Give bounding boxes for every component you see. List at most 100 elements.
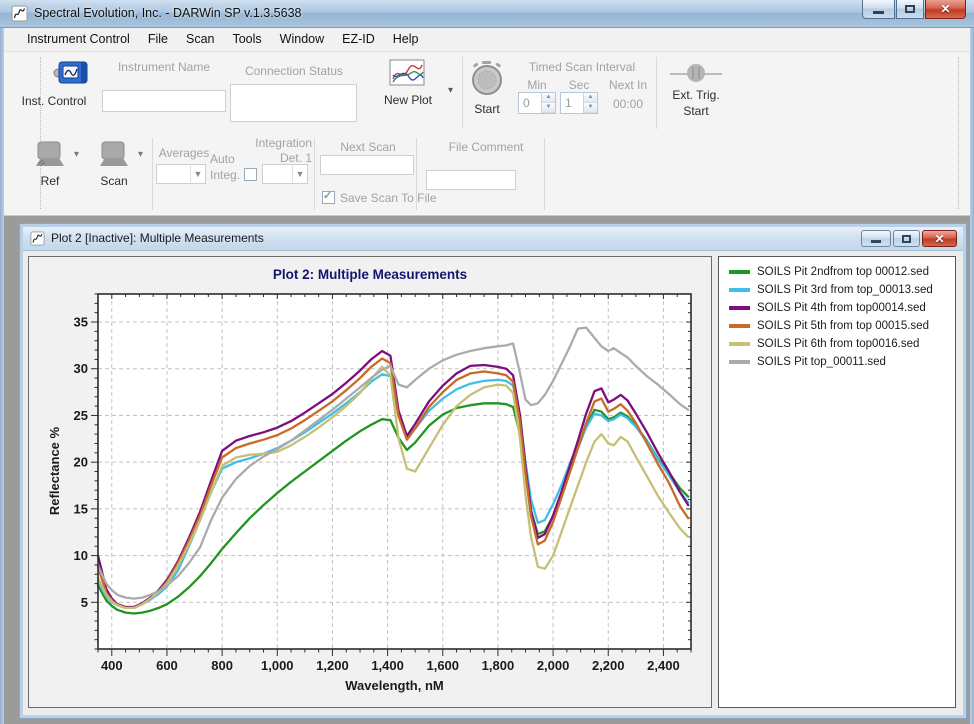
legend-swatch bbox=[729, 306, 750, 310]
connection-status-field[interactable] bbox=[230, 84, 357, 122]
restore-icon bbox=[902, 235, 911, 243]
window-titlebar[interactable]: Spectral Evolution, Inc. - DARWin SP v.1… bbox=[0, 0, 974, 28]
maximize-button[interactable] bbox=[896, 0, 924, 19]
sec-stepper[interactable]: 1 ▲▼ bbox=[560, 92, 598, 114]
window-border-right bbox=[970, 28, 974, 724]
inst-control-button[interactable] bbox=[50, 58, 96, 90]
menu-item-window[interactable]: Window bbox=[271, 28, 333, 51]
toolbar-separator bbox=[416, 138, 417, 210]
x-tick-label: 400 bbox=[101, 658, 123, 673]
auto-integ-label-line1: Auto bbox=[210, 152, 244, 166]
legend-item: SOILS Pit 6th from top0016.sed bbox=[723, 335, 951, 353]
chart-title: Plot 2: Multiple Measurements bbox=[29, 267, 711, 282]
checkmark-icon: ✓ bbox=[323, 191, 334, 202]
sec-down-icon[interactable]: ▼ bbox=[584, 103, 597, 113]
connection-status-label: Connection Status bbox=[230, 64, 358, 78]
toolbar: Inst. Control Instrument Name Connection… bbox=[4, 52, 970, 216]
averages-select[interactable]: ▼ bbox=[156, 164, 206, 184]
min-down-icon[interactable]: ▼ bbox=[542, 103, 555, 113]
plot-close-button[interactable]: ✕ bbox=[922, 230, 957, 247]
minimize-icon bbox=[873, 11, 884, 14]
toolbar-separator bbox=[656, 57, 657, 129]
scan-label: Scan bbox=[94, 174, 134, 188]
save-scan-checkbox[interactable]: ✓ bbox=[322, 191, 335, 204]
legend-swatch bbox=[729, 270, 750, 274]
menu-item-file[interactable]: File bbox=[139, 28, 177, 51]
averages-dropdown-icon: ▼ bbox=[190, 165, 205, 183]
next-scan-label: Next Scan bbox=[322, 140, 414, 154]
y-tick-label: 35 bbox=[74, 315, 88, 330]
sec-value: 1 bbox=[561, 93, 583, 113]
legend-label: SOILS Pit 4th from top00014.sed bbox=[757, 302, 926, 314]
sec-label: Sec bbox=[560, 78, 598, 92]
plot-restore-button[interactable] bbox=[893, 230, 920, 247]
x-tick-label: 1,200 bbox=[316, 658, 349, 673]
auto-integ-label-line2: Integ. bbox=[210, 168, 244, 182]
chart-panel: 4006008001,0001,2001,4001,6001,8002,0002… bbox=[28, 256, 712, 708]
min-value: 0 bbox=[519, 93, 541, 113]
ref-button[interactable] bbox=[32, 140, 68, 170]
plot-window-titlebar[interactable]: Plot 2 [Inactive]: Multiple Measurements… bbox=[23, 227, 963, 251]
menu-item-tools[interactable]: Tools bbox=[223, 28, 270, 51]
min-up-icon[interactable]: ▲ bbox=[542, 93, 555, 103]
x-tick-label: 1,000 bbox=[261, 658, 294, 673]
min-stepper[interactable]: 0 ▲▼ bbox=[518, 92, 556, 114]
plot-minimize-button[interactable] bbox=[861, 230, 891, 247]
x-tick-label: 1,400 bbox=[371, 658, 404, 673]
auto-integ-checkbox[interactable]: ✓ bbox=[244, 168, 257, 181]
start-timer-icon bbox=[468, 60, 506, 98]
minimize-icon bbox=[871, 240, 881, 243]
start-button[interactable] bbox=[468, 60, 506, 98]
x-axis-label: Wavelength, nM bbox=[98, 678, 691, 693]
integration-label-line1: Integration bbox=[250, 136, 312, 150]
y-tick-label: 10 bbox=[74, 548, 88, 563]
instrument-icon bbox=[50, 58, 96, 90]
file-comment-field[interactable] bbox=[426, 170, 516, 190]
legend-label: SOILS Pit 6th from top0016.sed bbox=[757, 338, 919, 350]
save-scan-label: Save Scan To File bbox=[340, 191, 450, 205]
plot-window-title: Plot 2 [Inactive]: Multiple Measurements bbox=[51, 227, 264, 250]
legend-label: SOILS Pit top_00011.sed bbox=[757, 356, 886, 368]
ref-label: Ref bbox=[30, 174, 70, 188]
toolbar-separator bbox=[544, 138, 545, 210]
sec-up-icon[interactable]: ▲ bbox=[584, 93, 597, 103]
averages-label: Averages bbox=[156, 146, 212, 160]
legend-swatch bbox=[729, 324, 750, 328]
ext-trig-label-line1: Ext. Trig. bbox=[660, 88, 732, 102]
ext-trig-icon bbox=[666, 60, 726, 86]
timed-scan-interval-label: Timed Scan Interval bbox=[508, 60, 656, 74]
x-tick-label: 2,200 bbox=[592, 658, 625, 673]
legend-item: SOILS Pit top_00011.sed bbox=[723, 353, 951, 371]
close-icon: ✕ bbox=[940, 2, 950, 16]
new-plot-button[interactable] bbox=[388, 58, 428, 88]
instrument-name-label: Instrument Name bbox=[100, 60, 228, 74]
next-in-value: 00:00 bbox=[602, 97, 654, 111]
scan-dropdown-icon[interactable]: ▾ bbox=[138, 149, 143, 160]
ref-dropdown-icon[interactable]: ▾ bbox=[74, 149, 79, 160]
x-tick-label: 1,600 bbox=[426, 658, 459, 673]
legend-item: SOILS Pit 5th from top 00015.sed bbox=[723, 317, 951, 335]
integration-det1-select[interactable]: ▼ bbox=[262, 164, 308, 184]
start-label: Start bbox=[466, 102, 508, 116]
ext-trig-start-button[interactable] bbox=[666, 60, 726, 86]
legend-swatch bbox=[729, 342, 750, 346]
scan-button[interactable] bbox=[96, 140, 132, 170]
instrument-name-field[interactable] bbox=[102, 90, 226, 112]
toolbar-separator bbox=[462, 57, 463, 129]
x-tick-label: 1,800 bbox=[482, 658, 515, 673]
new-plot-label: New Plot bbox=[376, 93, 440, 107]
x-tick-label: 800 bbox=[211, 658, 233, 673]
legend-swatch bbox=[729, 360, 750, 364]
new-plot-dropdown-icon[interactable]: ▾ bbox=[448, 85, 453, 96]
next-scan-field[interactable] bbox=[320, 155, 414, 175]
menu-item-scan[interactable]: Scan bbox=[177, 28, 224, 51]
minimize-button[interactable] bbox=[862, 0, 895, 19]
menu-item-help[interactable]: Help bbox=[384, 28, 428, 51]
menu-item-ez-id[interactable]: EZ-ID bbox=[333, 28, 384, 51]
close-button[interactable]: ✕ bbox=[925, 0, 966, 19]
y-tick-label: 30 bbox=[74, 361, 88, 376]
y-tick-label: 5 bbox=[81, 595, 88, 610]
integration-dropdown-icon: ▼ bbox=[292, 165, 307, 183]
menu-item-instrument-control[interactable]: Instrument Control bbox=[18, 28, 139, 51]
legend-label: SOILS Pit 5th from top 00015.sed bbox=[757, 320, 929, 332]
